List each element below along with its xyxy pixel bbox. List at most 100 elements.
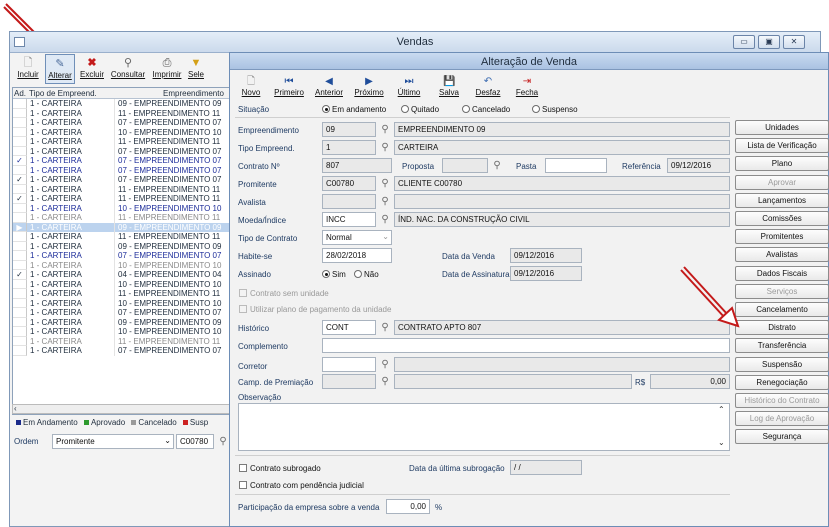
header-tipo[interactable]: Tipo de Empreend. (29, 89, 97, 98)
row-indicator[interactable] (13, 99, 27, 109)
table-row[interactable]: 1 - CARTEIRA 07 - EMPREENDIMENTO 07 (13, 165, 229, 175)
participacao-field[interactable]: 0,00 (386, 499, 430, 514)
scroll-down-icon[interactable]: ⌄ (718, 438, 725, 447)
selecionar-button[interactable]: ▼ Sele (186, 54, 206, 84)
moeda-code[interactable]: INCC (322, 212, 376, 227)
promitente-code[interactable]: C00780 (322, 176, 376, 191)
table-row[interactable]: ✓ 1 - CARTEIRA 04 - EMPREENDIMENTO 04 (13, 270, 229, 280)
lookup-icon[interactable]: ⚲ (377, 122, 393, 137)
data-subrogacao-field[interactable]: / / (510, 460, 582, 475)
anterior-button[interactable]: ◀ Anterior (312, 73, 346, 101)
desfaz-button[interactable]: ↶ Desfaz (472, 73, 504, 101)
row-indicator[interactable] (13, 184, 27, 194)
lista-de-verificacao-button[interactable]: Lista de Verificação (735, 138, 829, 154)
transferencia-button[interactable]: Transferência (735, 338, 829, 354)
row-indicator[interactable] (13, 251, 27, 261)
table-row[interactable]: ▶ 1 - CARTEIRA 09 - EMPREENDIMENTO 09 (13, 222, 229, 232)
consultar-button[interactable]: ⚲ Consultar (109, 54, 147, 84)
situacao-cancelado[interactable]: Cancelado (462, 105, 510, 114)
row-indicator[interactable]: ✓ (13, 156, 27, 166)
row-indicator[interactable] (13, 308, 27, 318)
row-indicator[interactable] (13, 260, 27, 270)
situacao-suspenso[interactable]: Suspenso (532, 105, 578, 114)
historico-do-contrato-button[interactable]: Histórico do Contrato (735, 393, 829, 408)
lookup-icon[interactable]: ⚲ (377, 176, 393, 191)
comissoes-button[interactable]: Comissões (735, 211, 829, 226)
row-indicator[interactable] (13, 279, 27, 289)
assinado-nao[interactable]: Não (354, 270, 379, 279)
lookup-icon[interactable]: ⚲ (377, 357, 393, 372)
vendas-grid[interactable]: Ad. Tipo de Empreend. Empreendimento 1 -… (12, 87, 230, 415)
row-indicator[interactable] (13, 165, 27, 175)
camp-premiacao-value[interactable]: 0,00 (650, 374, 730, 389)
row-indicator[interactable] (13, 137, 27, 147)
lookup-icon[interactable]: ⚲ (377, 212, 393, 227)
excluir-button[interactable]: ✖ Excluir (78, 54, 106, 84)
table-row[interactable]: 1 - CARTEIRA 09 - EMPREENDIMENTO 09 (13, 317, 229, 327)
renegociacao-button[interactable]: Renegociação (735, 374, 829, 390)
aprovar-button[interactable]: Aprovar (735, 174, 829, 190)
table-row[interactable]: 1 - CARTEIRA 10 - EMPREENDIMENTO 10 (13, 127, 229, 137)
ordem-search-input[interactable]: C00780 (176, 434, 214, 449)
table-row[interactable]: 1 - CARTEIRA 11 - EMPREENDIMENTO 11 (13, 289, 229, 299)
dados-fiscais-button[interactable]: Dados Fiscais (735, 265, 829, 281)
table-row[interactable]: ✓ 1 - CARTEIRA 07 - EMPREENDIMENTO 07 (13, 175, 229, 185)
camp-premiacao-code[interactable] (322, 374, 376, 389)
empreendimento-code[interactable]: 09 (322, 122, 376, 137)
log-de-aprovacao-button[interactable]: Log de Aprovação (735, 411, 829, 427)
scroll-left-icon[interactable]: ‹ (14, 404, 17, 413)
utilizar-plano-checkbox[interactable]: Utilizar plano de pagamento da unidade (239, 305, 391, 314)
lookup-icon[interactable]: ⚲ (489, 158, 505, 173)
header-ad[interactable]: Ad. (14, 89, 26, 98)
plano-button[interactable]: Plano (735, 156, 829, 172)
row-indicator[interactable] (13, 317, 27, 327)
table-row[interactable]: 1 - CARTEIRA 07 - EMPREENDIMENTO 07 (13, 146, 229, 156)
pendencia-judicial-checkbox[interactable]: Contrato com pendência judicial (239, 481, 364, 490)
cancelamento-button[interactable]: Cancelamento (735, 302, 829, 317)
ultimo-button[interactable]: ⏭ Último (394, 73, 424, 101)
table-row[interactable]: ✓ 1 - CARTEIRA 07 - EMPREENDIMENTO 07 (13, 156, 229, 166)
servicos-button[interactable]: Serviços (735, 283, 829, 299)
row-indicator[interactable]: ▶ (13, 222, 27, 232)
table-row[interactable]: 1 - CARTEIRA 10 - EMPREENDIMENTO 10 (13, 327, 229, 337)
primeiro-button[interactable]: ⏮ Primeiro (272, 73, 306, 101)
table-row[interactable]: 1 - CARTEIRA 07 - EMPREENDIMENTO 07 (13, 346, 229, 356)
row-indicator[interactable] (13, 127, 27, 137)
close-window-button[interactable]: ✕ (783, 35, 805, 49)
maximize-button[interactable]: ▣ (758, 35, 780, 49)
minimize-button[interactable]: ▭ (733, 35, 755, 49)
table-row[interactable]: 1 - CARTEIRA 11 - EMPREENDIMENTO 11 (13, 213, 229, 223)
table-row[interactable]: 1 - CARTEIRA 11 - EMPREENDIMENTO 11 (13, 108, 229, 118)
salva-button[interactable]: 💾 Salva (434, 73, 464, 101)
row-indicator[interactable] (13, 108, 27, 118)
situacao-em-andamento[interactable]: Em andamento (322, 105, 386, 114)
promitentes-button[interactable]: Promitentes (735, 229, 829, 245)
avalista-code[interactable] (322, 194, 376, 209)
lancamentos-button[interactable]: Lançamentos (735, 192, 829, 208)
table-row[interactable]: 1 - CARTEIRA 07 - EMPREENDIMENTO 07 (13, 308, 229, 318)
row-indicator[interactable] (13, 118, 27, 128)
seguranca-button[interactable]: Segurança (735, 429, 829, 445)
incluir-button[interactable]: 🗋 Incluir (14, 54, 42, 84)
table-row[interactable]: ✓ 1 - CARTEIRA 11 - EMPREENDIMENTO 11 (13, 194, 229, 204)
table-row[interactable]: 1 - CARTEIRA 09 - EMPREENDIMENTO 09 (13, 241, 229, 251)
proposta-field[interactable] (442, 158, 488, 173)
table-row[interactable]: 1 - CARTEIRA 11 - EMPREENDIMENTO 11 (13, 232, 229, 242)
pasta-field[interactable] (545, 158, 607, 173)
row-indicator[interactable]: ✓ (13, 270, 27, 280)
habite-se-field[interactable]: 28/02/2018 (322, 248, 392, 263)
table-row[interactable]: 1 - CARTEIRA 07 - EMPREENDIMENTO 07 (13, 118, 229, 128)
avalistas-button[interactable]: Avalistas (735, 247, 829, 263)
data-venda-field[interactable]: 09/12/2016 (510, 248, 582, 263)
tipo-contrato-select[interactable]: Normal ⌄ (322, 230, 392, 245)
row-indicator[interactable] (13, 327, 27, 337)
row-indicator[interactable] (13, 232, 27, 242)
row-indicator[interactable] (13, 336, 27, 346)
table-row[interactable]: 1 - CARTEIRA 10 - EMPREENDIMENTO 10 (13, 298, 229, 308)
novo-button[interactable]: 🗋 Novo (236, 73, 266, 101)
row-indicator[interactable]: ✓ (13, 175, 27, 185)
row-indicator[interactable] (13, 241, 27, 251)
header-empreendimento[interactable]: Empreendimento (163, 89, 224, 98)
assinado-sim[interactable]: Sim (322, 270, 346, 279)
historico-code[interactable]: CONT (322, 320, 376, 335)
